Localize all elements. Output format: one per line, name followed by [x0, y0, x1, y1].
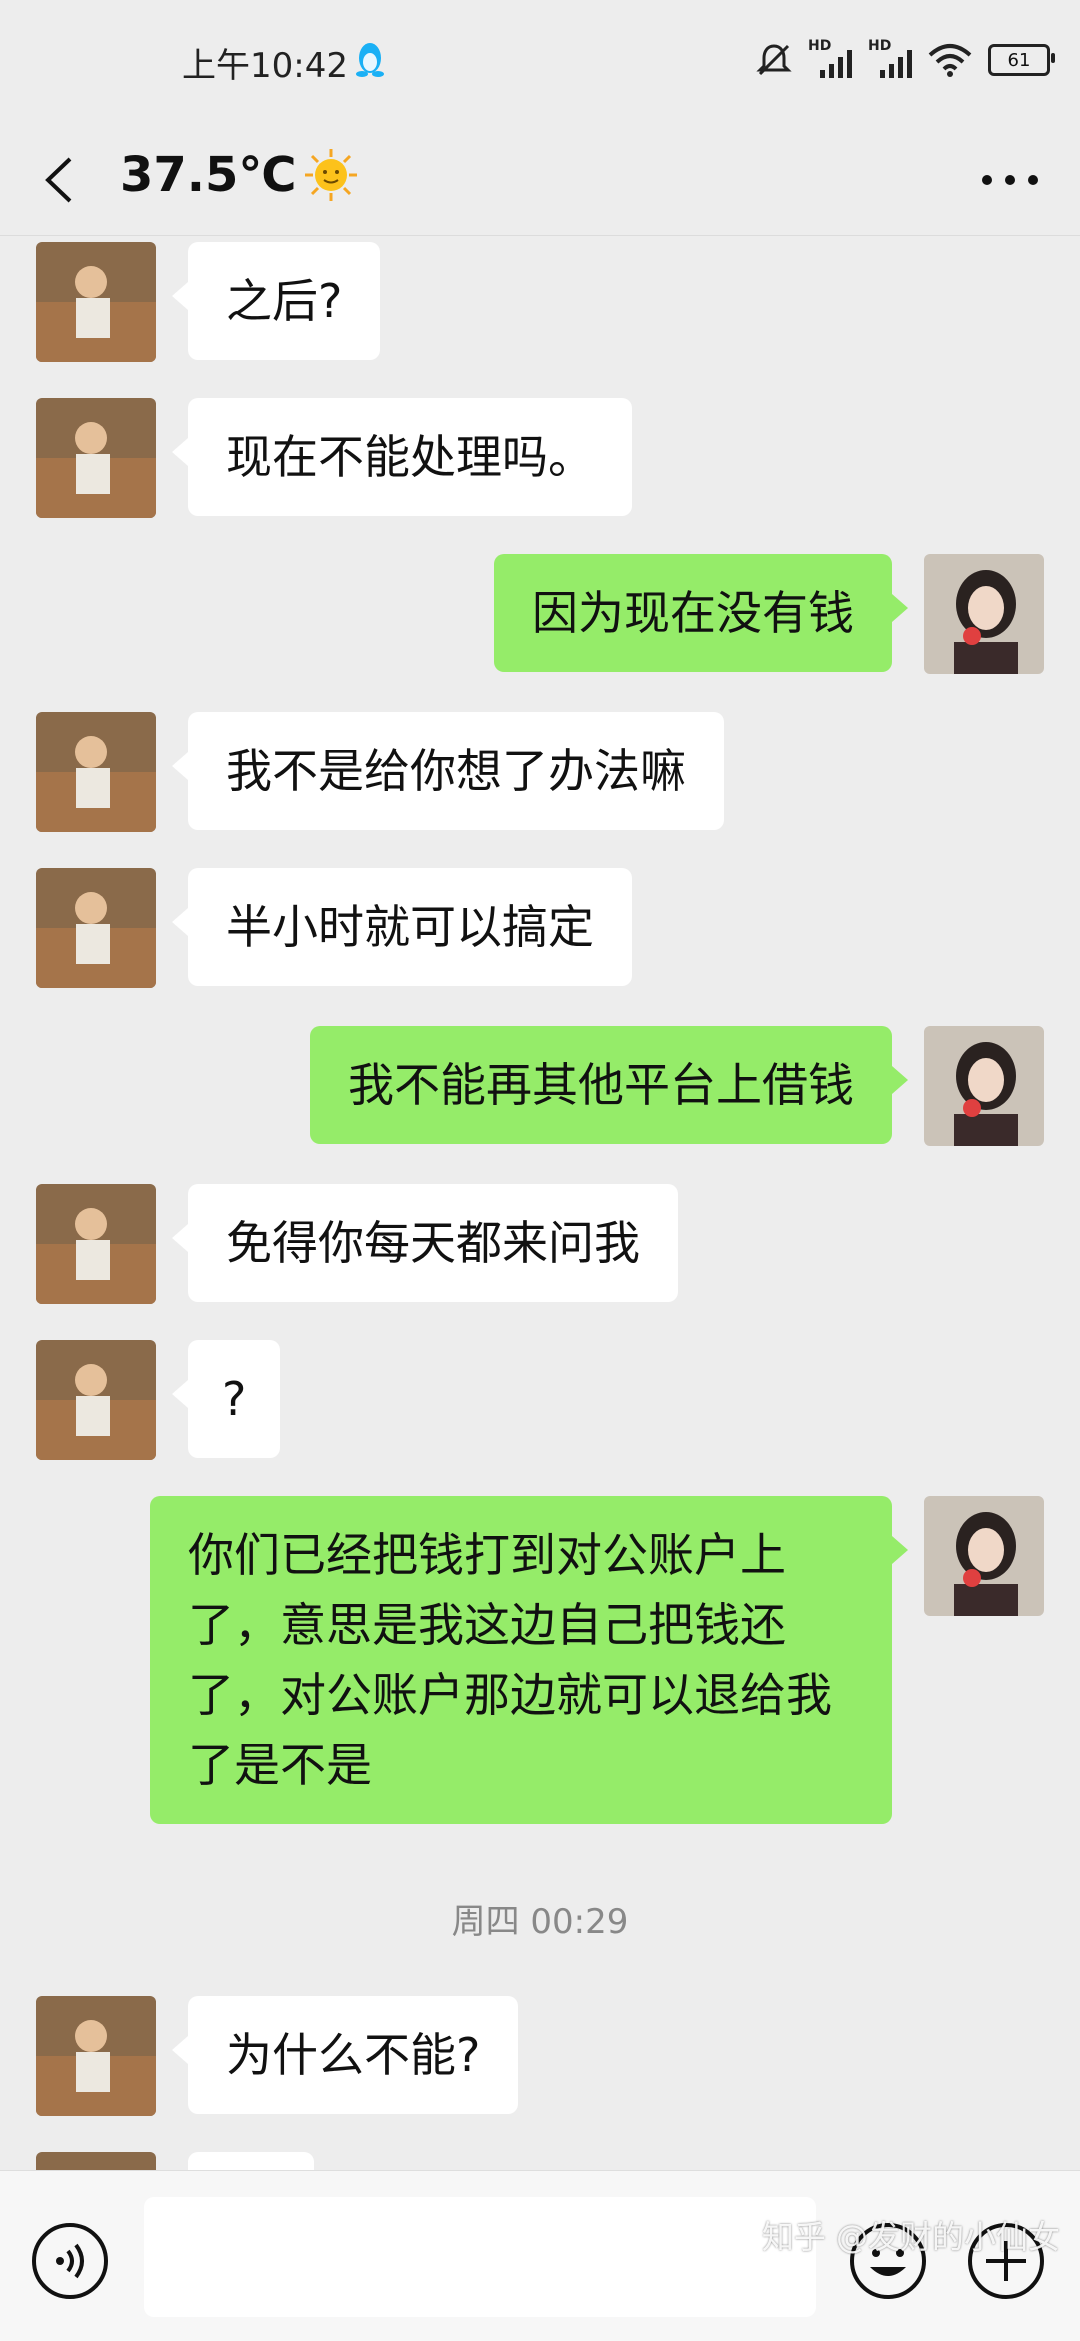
contact-avatar[interactable]: [36, 712, 156, 832]
chat-header: 37.5℃: [0, 125, 1080, 236]
message-input[interactable]: [144, 2197, 816, 2317]
contact-avatar[interactable]: [36, 868, 156, 988]
contact-avatar[interactable]: [36, 2152, 156, 2170]
message-list[interactable]: 之后? 现在不能处理吗。 因为现在没有钱 我不是给你想了办法嘛 半小时就可以搞定…: [0, 236, 1080, 2170]
wifi-icon: [928, 44, 972, 77]
message-bubble-incoming[interactable]: ?: [171, 1340, 281, 1458]
battery-level: 61: [1007, 49, 1031, 71]
status-time: 上午10:42: [182, 46, 348, 86]
signal-bars-icon: [820, 50, 852, 78]
message-bubble-incoming[interactable]: 半小时就可以搞定: [172, 868, 632, 986]
my-avatar[interactable]: [924, 1496, 1044, 1616]
contact-avatar[interactable]: [36, 1996, 156, 2116]
my-avatar[interactable]: [924, 554, 1044, 674]
message-bubble-incoming-partial[interactable]: [188, 2152, 314, 2170]
message-bubble-outgoing[interactable]: 我不能再其他平台上借钱: [310, 1026, 908, 1144]
contact-avatar[interactable]: [36, 242, 156, 362]
my-avatar[interactable]: [924, 1026, 1044, 1146]
zhihu-watermark: 知乎 @发财的小仙女: [761, 2218, 1060, 2256]
sun-emoji-icon: [304, 149, 357, 201]
chat-title-text: 37.5℃: [120, 147, 297, 203]
voice-icon[interactable]: [30, 2221, 110, 2301]
time-divider: 周四 00:29: [451, 1902, 629, 1942]
message-bubble-incoming[interactable]: 之后?: [171, 242, 381, 360]
message-bubble-incoming[interactable]: 免得你每天都来问我: [172, 1184, 678, 1302]
contact-avatar[interactable]: [36, 1340, 156, 1460]
contact-avatar[interactable]: [36, 398, 156, 518]
signal-1: HD: [808, 38, 852, 78]
message-bubble-outgoing[interactable]: 因为现在没有钱: [494, 554, 908, 672]
qq-penguin-icon: [356, 43, 384, 77]
message-bubble-outgoing[interactable]: 你们已经把钱打到对公账户上了，意思是我这边自己把钱还了，对公账户那边就可以退给我…: [150, 1496, 908, 1824]
back-arrow-icon[interactable]: [38, 155, 84, 205]
status-bar: 上午10:42 HD HD 61: [0, 0, 1080, 125]
contact-avatar[interactable]: [36, 1184, 156, 1304]
signal-2: HD: [868, 38, 912, 78]
message-bubble-incoming[interactable]: 我不是给你想了办法嘛: [172, 712, 724, 830]
signal-bars-icon: [880, 50, 912, 78]
message-bubble-incoming[interactable]: 现在不能处理吗。: [172, 398, 632, 516]
battery-indicator: 61: [988, 44, 1055, 76]
message-bubble-incoming[interactable]: 为什么不能?: [171, 1996, 519, 2114]
mute-bell-icon: [756, 44, 792, 76]
chat-title: 37.5℃: [120, 147, 359, 203]
more-icon[interactable]: [980, 173, 1040, 187]
